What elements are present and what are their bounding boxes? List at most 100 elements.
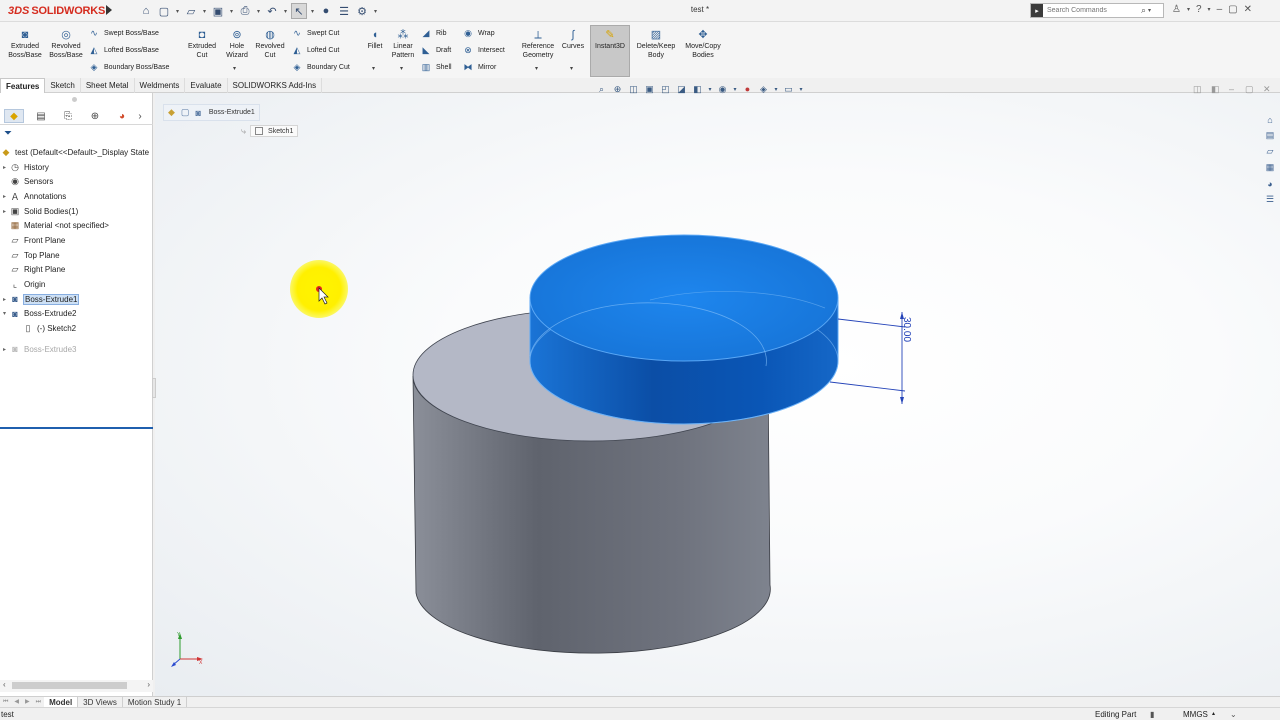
tree-item-sketch2[interactable]: ▯ (-) Sketch2 <box>0 321 153 336</box>
expand-arrow-icon[interactable]: ▸ <box>0 346 9 353</box>
viewport-maximize-icon[interactable]: ▢ <box>1245 84 1254 95</box>
search-commands-input[interactable] <box>1047 7 1141 14</box>
viewport-close-icon[interactable]: ✕ <box>1263 84 1271 95</box>
reference-geometry-button[interactable]: ⟂ Reference Geometry <box>518 28 558 60</box>
select-dropdown-icon[interactable]: ▾ <box>309 3 316 19</box>
expand-arrow-icon[interactable]: ▸ <box>0 208 9 215</box>
zoom-to-area-icon[interactable]: ⊕ <box>611 83 624 95</box>
expand-arrow-icon[interactable]: ▸ <box>0 164 9 171</box>
wrap-button[interactable]: ◉ Wrap <box>462 26 495 41</box>
view-palette-icon[interactable]: ▦ <box>1263 161 1277 174</box>
depth-dimension[interactable]: 30.00 <box>829 312 912 404</box>
revolved-boss-base-button[interactable]: ◎ Revolved Boss/Base <box>47 28 85 60</box>
more-tabs-chevron-icon[interactable]: › <box>134 109 146 123</box>
save-dropdown-icon[interactable]: ▾ <box>228 3 235 19</box>
intersect-button[interactable]: ⊗ Intersect <box>462 43 505 58</box>
display-manager-tab-icon[interactable]: ◕ <box>112 109 132 123</box>
save-icon[interactable]: ▣ <box>210 3 226 19</box>
instant3d-button[interactable]: ✎ Instant3D <box>591 28 629 52</box>
edit-appearance-icon[interactable]: ● <box>741 83 754 95</box>
open-dropdown-icon[interactable]: ▾ <box>201 3 208 19</box>
tree-item-origin[interactable]: ⌞ Origin <box>0 277 153 292</box>
units-selector[interactable]: MMGS <box>1183 710 1208 719</box>
rebuild-icon[interactable]: ● <box>318 3 334 19</box>
undo-dropdown-icon[interactable]: ▾ <box>282 3 289 19</box>
extruded-boss-base-button[interactable]: ◙ Extruded Boss/Base <box>6 28 44 60</box>
panel-splitter-handle[interactable] <box>152 378 156 398</box>
status-options-icon[interactable]: ⌄ <box>1230 710 1237 719</box>
hole-wizard-dropdown-icon[interactable]: ▾ <box>233 65 236 72</box>
section-view-icon[interactable]: ▣ <box>643 83 656 95</box>
curves-dropdown-icon[interactable]: ▾ <box>570 65 573 72</box>
linear-pattern-button[interactable]: ⁂ Linear Pattern <box>388 28 418 60</box>
fillet-dropdown-icon[interactable]: ▾ <box>372 65 375 72</box>
viewport-minimize-icon[interactable]: – <box>1229 84 1234 94</box>
tab-sketch[interactable]: Sketch <box>45 78 81 93</box>
appearances-icon[interactable]: ◕ <box>1263 177 1277 190</box>
shell-button[interactable]: ▥ Shell <box>420 60 452 75</box>
select-pointer-icon[interactable]: ↖ <box>291 3 307 19</box>
graphics-viewport[interactable]: 30.00 Y X <box>155 93 1280 696</box>
expand-arrow-icon[interactable]: ▸ <box>0 296 9 303</box>
swept-boss-base-button[interactable]: ∿ Swept Boss/Base <box>88 26 159 41</box>
print-icon[interactable]: ⎙ <box>237 3 253 19</box>
scrollbar-thumb[interactable] <box>12 682 127 689</box>
home-icon[interactable]: ⌂ <box>138 3 154 19</box>
tree-item-boss-extrude3[interactable]: ▸ ◙ Boss-Extrude3 <box>0 342 153 357</box>
new-document-icon[interactable]: ▢ <box>156 3 172 19</box>
restore-window-icon[interactable]: ▢ <box>1228 4 1237 15</box>
lofted-boss-base-button[interactable]: ◭ Lofted Boss/Base <box>88 43 159 58</box>
previous-view-icon[interactable]: ◫ <box>627 83 640 95</box>
new-dropdown-icon[interactable]: ▾ <box>174 3 181 19</box>
feature-breadcrumb-icon[interactable]: ◙ <box>195 108 200 118</box>
help-dropdown-icon[interactable]: ▾ <box>1208 6 1211 13</box>
rollback-bar[interactable] <box>0 427 153 429</box>
display-style-icon[interactable]: ◧ <box>691 83 704 95</box>
design-library-icon[interactable]: ▤ <box>1263 129 1277 142</box>
account-dropdown-icon[interactable]: ▾ <box>1187 6 1190 13</box>
tab-motion-study-1[interactable]: Motion Study 1 <box>123 696 188 708</box>
boundary-boss-base-button[interactable]: ◈ Boundary Boss/Base <box>88 60 170 75</box>
breadcrumb-sketch-item[interactable]: Sketch1 <box>250 125 299 137</box>
tree-item-right-plane[interactable]: ▱ Right Plane <box>0 263 153 278</box>
custom-properties-icon[interactable]: ☰ <box>1263 193 1277 206</box>
search-dropdown-icon[interactable]: ▾ <box>1148 7 1151 14</box>
close-window-icon[interactable]: ✕ <box>1244 4 1252 15</box>
dimxpert-manager-tab-icon[interactable]: ⊕ <box>85 109 105 123</box>
tree-root[interactable]: ◆ test (Default<<Default>_Display State <box>0 145 153 160</box>
undo-icon[interactable]: ↶ <box>264 3 280 19</box>
filter-icon[interactable]: ⏷ <box>4 128 12 139</box>
delete-keep-body-button[interactable]: ▨ Delete/Keep Body <box>634 28 678 60</box>
options-gear-icon[interactable]: ⚙ <box>354 3 370 19</box>
tree-item-solid-bodies[interactable]: ▸ ▣ Solid Bodies(1) <box>0 204 153 219</box>
linear-pattern-dropdown-icon[interactable]: ▾ <box>400 65 403 72</box>
part-breadcrumb-icon[interactable]: ◆ <box>168 107 175 118</box>
tree-item-material[interactable]: ▦ Material <not specified> <box>0 218 153 233</box>
search-commands-box[interactable]: ▸ ⌕ ▾ <box>1030 3 1164 18</box>
options-dropdown-icon[interactable]: ▾ <box>372 3 379 19</box>
tree-item-boss-extrude1[interactable]: ▸ ◙ Boss-Extrude1 <box>0 292 153 307</box>
hide-show-dropdown-icon[interactable]: ▾ <box>732 83 738 95</box>
display-style-dropdown-icon[interactable]: ▾ <box>707 83 713 95</box>
rebuild-status-icon[interactable]: ▮ <box>1150 710 1154 719</box>
fillet-button[interactable]: ◖ Fillet <box>364 28 386 52</box>
zoom-to-fit-icon[interactable]: ⌕ <box>595 83 608 95</box>
tab-3d-views[interactable]: 3D Views <box>78 696 123 708</box>
view-orientation-icon[interactable]: ◪ <box>675 83 688 95</box>
mirror-button[interactable]: ⧓ Mirror <box>462 60 497 75</box>
swept-cut-button[interactable]: ∿ Swept Cut <box>291 26 339 41</box>
tab-features[interactable]: Features <box>0 78 46 93</box>
property-manager-tab-icon[interactable]: ▤ <box>31 109 51 123</box>
reference-geometry-dropdown-icon[interactable]: ▾ <box>535 65 538 72</box>
prev-tab-icon[interactable]: ◀ <box>11 697 22 708</box>
help-icon[interactable]: ? <box>1196 4 1202 15</box>
user-account-icon[interactable]: ♙ <box>1172 4 1181 15</box>
tab-evaluate[interactable]: Evaluate <box>185 78 228 93</box>
viewport-restore-icon[interactable]: ◧ <box>1211 84 1220 95</box>
hide-show-items-icon[interactable]: ◉ <box>716 83 729 95</box>
collapse-arrow-icon[interactable]: ▾ <box>0 310 9 317</box>
panel-grip[interactable] <box>72 97 77 102</box>
viewport-tile-icon[interactable]: ◫ <box>1193 84 1202 95</box>
dynamic-annotation-icon[interactable]: ◰ <box>659 83 672 95</box>
tab-solidworks-add-ins[interactable]: SOLIDWORKS Add-Ins <box>228 78 323 93</box>
